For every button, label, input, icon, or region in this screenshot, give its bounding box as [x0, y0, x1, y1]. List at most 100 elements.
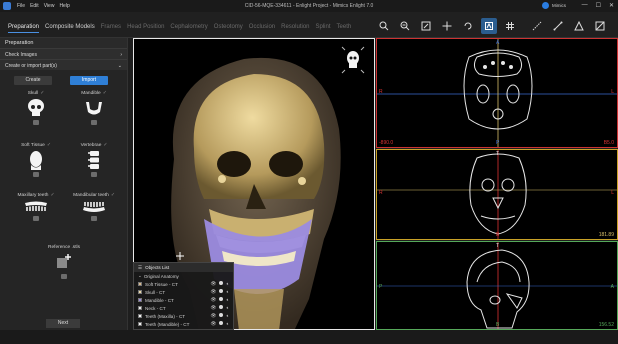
part-vertebrae[interactable]: Vertebrae ✓ — [66, 143, 122, 177]
tab-frames[interactable]: Frames — [101, 24, 121, 33]
frame-icon[interactable] — [592, 18, 608, 34]
slice-value: 156.52 — [598, 322, 614, 328]
pan-icon[interactable] — [439, 18, 455, 34]
next-button[interactable]: Next — [46, 319, 80, 328]
preparation-panel: Preparation Check Images › Create or imp… — [0, 38, 128, 344]
opacity-icon[interactable]: ◐ — [226, 289, 229, 295]
part-label: Vertebrae — [80, 143, 102, 148]
window-icon[interactable] — [418, 18, 434, 34]
part-mandibular-teeth[interactable]: Mandibular teeth ✓ — [66, 193, 122, 221]
angle-icon[interactable] — [571, 18, 587, 34]
object-row-soft-tissue[interactable]: Soft Tissue - CT 👁 ◐ — [134, 280, 233, 288]
delete-icon[interactable] — [33, 172, 39, 177]
orientation-cube-icon[interactable] — [340, 45, 366, 75]
menu-help[interactable]: Help — [59, 3, 69, 9]
eye-icon[interactable]: 👁 — [210, 281, 216, 287]
menu-file[interactable]: File — [17, 3, 25, 9]
check-icon: ✓ — [110, 193, 115, 198]
paint-icon[interactable] — [613, 18, 618, 34]
part-reference-stls[interactable]: Reference .stls — [36, 245, 92, 279]
tab-occlusion[interactable]: Occlusion — [249, 24, 275, 33]
opacity-icon[interactable]: ◐ — [226, 281, 229, 287]
import-button[interactable]: Import — [70, 76, 108, 85]
color-swatch[interactable] — [138, 290, 142, 294]
color-swatch[interactable] — [138, 322, 142, 326]
coronal-viewport[interactable]: R L T B 181.89 — [376, 149, 618, 240]
visibility-dot-icon[interactable] — [219, 289, 224, 293]
skull-icon — [28, 99, 44, 116]
tab-osteotomy[interactable]: Osteotomy — [214, 24, 243, 33]
user-account[interactable]: Mimics — [542, 2, 566, 9]
eye-icon[interactable]: 👁 — [210, 297, 216, 303]
grid-icon[interactable] — [502, 18, 518, 34]
axial-viewport[interactable]: R L A P -890.0 B5.0 — [376, 38, 618, 148]
eye-icon[interactable]: 👁 — [210, 313, 216, 319]
menu-edit[interactable]: Edit — [30, 3, 39, 9]
object-row-skull[interactable]: Skull - CT 👁 ◐ — [134, 288, 233, 296]
measure-icon[interactable] — [529, 18, 545, 34]
mandibular-teeth-icon — [83, 202, 105, 212]
panel-title: Preparation — [0, 38, 127, 48]
zoom-fit-icon[interactable] — [397, 18, 413, 34]
close-button[interactable]: ✕ — [609, 2, 614, 9]
check-images-section[interactable]: Check Images › — [0, 48, 127, 59]
part-maxillary-teeth[interactable]: Maxillary teeth ✓ — [8, 193, 64, 221]
object-name: Soft Tissue - CT — [145, 281, 178, 287]
eye-icon[interactable]: 👁 — [210, 289, 216, 295]
group-row[interactable]: ⌄ Original Anatomy — [134, 272, 233, 280]
orientation-bottom-label: P — [496, 140, 500, 146]
view-3d-icon[interactable] — [481, 18, 497, 34]
check-icon: ✓ — [46, 143, 51, 148]
object-row-mandible[interactable]: Mandible - CT 👁 ◐ — [134, 296, 233, 304]
eye-icon[interactable]: 👁 — [210, 305, 216, 311]
opacity-icon[interactable]: ◐ — [226, 305, 229, 311]
part-soft-tissue[interactable]: Soft Tissue ✓ — [8, 143, 64, 177]
object-row-neck[interactable]: Neck - CT 👁 ◐ — [134, 304, 233, 312]
delete-icon[interactable] — [91, 216, 97, 221]
visibility-dot-icon[interactable] — [219, 321, 224, 325]
visibility-dot-icon[interactable] — [219, 297, 224, 301]
eye-icon[interactable]: 👁 — [210, 321, 216, 327]
rotate-icon[interactable] — [460, 18, 476, 34]
color-swatch[interactable] — [138, 314, 142, 318]
delete-icon[interactable] — [91, 120, 97, 125]
delete-icon[interactable] — [61, 274, 67, 279]
opacity-icon[interactable]: ◐ — [226, 297, 229, 303]
part-mandible[interactable]: Mandible ✓ — [66, 91, 122, 125]
delete-icon[interactable] — [33, 120, 39, 125]
orientation-top-label: A — [496, 40, 500, 46]
create-import-section[interactable]: Create or import part(s) ⌄ — [0, 59, 127, 70]
menu-bar: File Edit View Help — [17, 3, 70, 9]
head-icon — [30, 151, 42, 170]
opacity-icon[interactable]: ◐ — [226, 313, 229, 319]
part-skull[interactable]: Skull ✓ — [8, 91, 64, 125]
visibility-dot-icon[interactable] — [219, 313, 224, 317]
orientation-bottom-label: B — [496, 322, 500, 328]
sagittal-viewport[interactable]: P A T B 156.52 — [376, 241, 618, 330]
visibility-dot-icon[interactable] — [219, 281, 224, 285]
chevron-down-icon: ⌄ — [138, 273, 142, 278]
tab-teeth[interactable]: Teeth — [337, 24, 352, 33]
delete-icon[interactable] — [91, 172, 97, 177]
maximize-button[interactable]: ☐ — [596, 2, 601, 9]
color-swatch[interactable] — [138, 306, 142, 310]
opacity-icon[interactable]: ◐ — [226, 321, 229, 327]
object-row-teeth-maxilla[interactable]: Teeth (Maxilla) - CT 👁 ◐ — [134, 312, 233, 320]
tab-cephalometry[interactable]: Cephalometry — [170, 24, 207, 33]
visibility-dot-icon[interactable] — [219, 305, 224, 309]
menu-view[interactable]: View — [44, 3, 55, 9]
object-row-teeth-mandible[interactable]: Teeth (Mandible) - CT 👁 ◐ — [134, 320, 233, 328]
create-button[interactable]: Create — [14, 76, 52, 85]
delete-icon[interactable] — [33, 216, 39, 221]
tab-preparation[interactable]: Preparation — [8, 24, 40, 33]
zoom-in-icon[interactable] — [376, 18, 392, 34]
tab-head-position[interactable]: Head Position — [127, 24, 164, 33]
tab-resolution[interactable]: Resolution — [281, 24, 309, 33]
tab-splint[interactable]: Splint — [316, 24, 331, 33]
minimize-button[interactable]: — — [582, 2, 588, 9]
ruler-icon[interactable] — [550, 18, 566, 34]
color-swatch[interactable] — [138, 298, 142, 302]
tab-composite-models[interactable]: Composite Models — [45, 24, 95, 33]
main-toolbar: Preparation Composite Models Frames Head… — [0, 12, 618, 38]
color-swatch[interactable] — [138, 282, 142, 286]
